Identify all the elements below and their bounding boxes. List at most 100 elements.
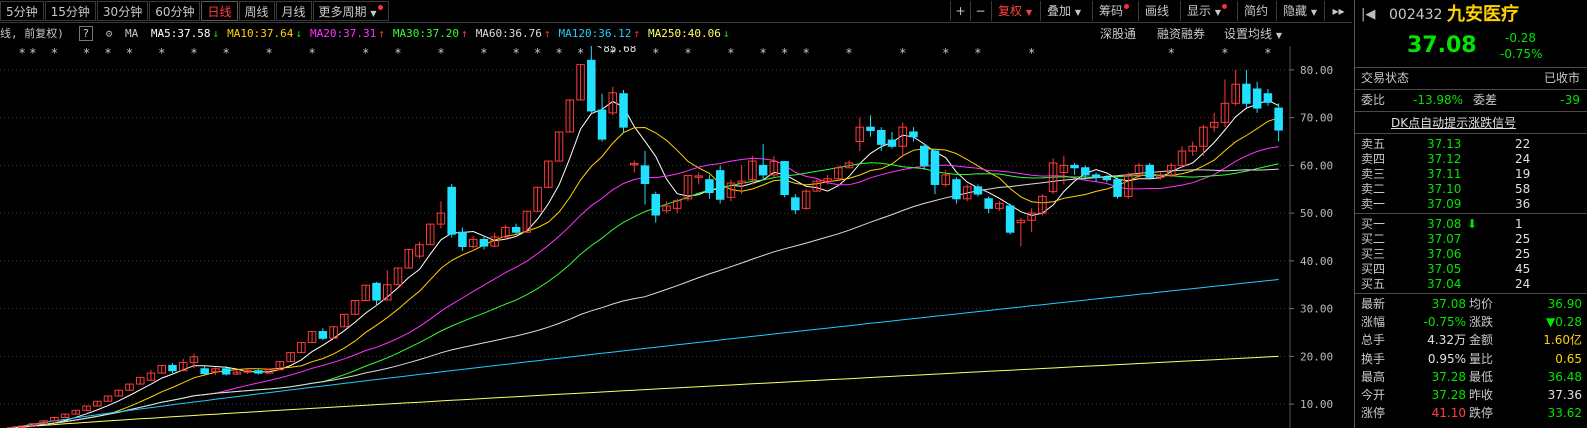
candle <box>1220 79 1230 128</box>
y-tick-label: 60.00 <box>1300 159 1333 172</box>
order-row: 卖一 37.09 36 <box>1355 196 1587 213</box>
candle-body <box>877 130 886 145</box>
zoom-in-button[interactable]: + <box>950 1 970 21</box>
candle <box>232 369 242 375</box>
simple-mode-button[interactable]: 简约 <box>1237 1 1274 21</box>
hide-button[interactable]: 隐藏 ▼ <box>1276 1 1323 21</box>
candle <box>254 369 263 375</box>
max-price-label: 85.68 <box>603 46 636 55</box>
candle <box>877 127 886 152</box>
order-label: 买五 <box>1361 277 1386 291</box>
overlay-button[interactable]: 叠加 ▼ <box>1040 1 1087 21</box>
candle-body <box>1091 174 1101 178</box>
candle-body <box>254 370 263 374</box>
stat-row: 最高 37.28 最低 36.48 <box>1355 369 1587 386</box>
period-daily[interactable]: 日线 <box>201 1 238 21</box>
candle <box>393 267 403 286</box>
candle-body <box>866 126 875 132</box>
event-marker-icon: * <box>159 46 165 60</box>
candle <box>715 165 725 204</box>
sgt-link[interactable]: 深股通 <box>1100 24 1136 44</box>
candle <box>952 177 961 204</box>
help-icon[interactable]: ? <box>78 26 94 41</box>
event-marker-icon: * <box>900 46 906 60</box>
stat-value: 37.08 <box>1431 297 1466 311</box>
candle <box>1177 146 1187 168</box>
stat-label: 涨停 <box>1361 406 1386 421</box>
candle-body <box>221 368 231 375</box>
period-monthly[interactable]: 月线 <box>275 1 312 21</box>
candle-body <box>587 59 596 112</box>
candle-body <box>1252 88 1262 109</box>
expand-icon[interactable]: ▸▸ <box>1324 1 1352 21</box>
arrow-up-icon: ↑ <box>461 27 468 40</box>
y-tick-label: 70.00 <box>1300 112 1333 125</box>
y-tick-label: 40.00 <box>1300 255 1333 268</box>
period-60min[interactable]: 60分钟 <box>149 1 201 21</box>
margin-link[interactable]: 融资融券 <box>1157 24 1205 44</box>
notification-dot <box>1222 4 1227 9</box>
candles <box>7 46 1283 428</box>
stat-value: 37.28 <box>1431 369 1466 384</box>
candle-body <box>200 368 209 375</box>
candle <box>737 165 746 195</box>
ma-item: MA30:37.20 <box>392 27 460 40</box>
candle <box>425 223 435 246</box>
ma-indicator-bar: 线, 前复权) ? ⚙ MA MA5:37.58 ↓ MA10:37.64 ↓ MA20… <box>0 24 1290 44</box>
period-weekly[interactable]: 周线 <box>238 1 275 21</box>
period-more[interactable]: 更多周期 ▼ <box>312 1 389 21</box>
candle-body <box>715 170 725 200</box>
display-button[interactable]: 显示 ▼ <box>1180 1 1233 21</box>
candle <box>157 364 166 374</box>
max-annotation: 85.68 <box>596 46 636 55</box>
max-pointer <box>596 46 602 49</box>
candle <box>930 148 940 195</box>
stat-label: 昨收 <box>1469 388 1494 402</box>
event-marker-icon: * <box>1029 46 1035 60</box>
draw-line-button[interactable]: 画线 <box>1138 1 1175 21</box>
candle <box>576 64 585 101</box>
ma-settings-link[interactable]: 设置均线 ▼ <box>1224 24 1282 44</box>
candle <box>50 416 59 422</box>
candlestick-chart[interactable]: * * * * * * * * * * * * * * * * * * * * * * * * * * * * * * * * * * 80.00… <box>0 46 1352 428</box>
notification-dot <box>1124 4 1130 9</box>
candle-body <box>511 226 521 233</box>
event-marker-icon: * <box>535 46 541 60</box>
candle-body <box>619 93 628 128</box>
chip-button[interactable]: 筹码 <box>1092 1 1135 21</box>
order-row: 买五 37.04 24 <box>1355 276 1587 293</box>
back-icon[interactable]: |◀ <box>1361 3 1375 27</box>
fuquan-button[interactable]: 复权 ▼ <box>991 1 1038 21</box>
event-marker-icon: * <box>685 46 691 60</box>
candle <box>372 281 381 307</box>
candle <box>554 131 564 162</box>
stat-value: 0.95% <box>1427 351 1466 366</box>
event-marker-icon: * <box>1222 46 1228 60</box>
ma-item: MA60:36.76 <box>475 27 542 40</box>
stat-value: 36.48 <box>1547 369 1582 384</box>
candle <box>1188 141 1197 156</box>
period-5min[interactable]: 5分钟 <box>0 1 44 21</box>
candle <box>382 270 392 301</box>
stat-value: 37.36 <box>1547 388 1582 402</box>
candle <box>866 115 875 137</box>
candle <box>587 46 596 113</box>
period-15min[interactable]: 15分钟 <box>44 1 96 21</box>
order-volume: 36 <box>1515 197 1531 211</box>
ma250-line <box>11 355 1279 428</box>
candle-body <box>1081 167 1090 176</box>
gear-icon[interactable]: ⚙ <box>106 27 113 40</box>
candle-body <box>318 331 328 339</box>
caret-down-icon: ▼ <box>1310 8 1317 17</box>
event-marker-icon: * <box>943 46 949 60</box>
candle-body <box>780 161 789 196</box>
period-30min[interactable]: 30分钟 <box>96 1 149 21</box>
zoom-out-button[interactable]: − <box>970 1 990 21</box>
stat-row: 涨停 41.10 跌停 33.62 <box>1355 405 1587 422</box>
stock-name: 九安医疗 <box>1447 4 1519 25</box>
ma-item: MA20:37.31 <box>309 27 377 40</box>
candle <box>135 376 145 385</box>
event-marker-icon: * <box>760 46 766 60</box>
dk-signal-link[interactable]: DK点自动提示涨跌信号 <box>1391 114 1516 131</box>
stat-label: 换手 <box>1361 351 1386 366</box>
